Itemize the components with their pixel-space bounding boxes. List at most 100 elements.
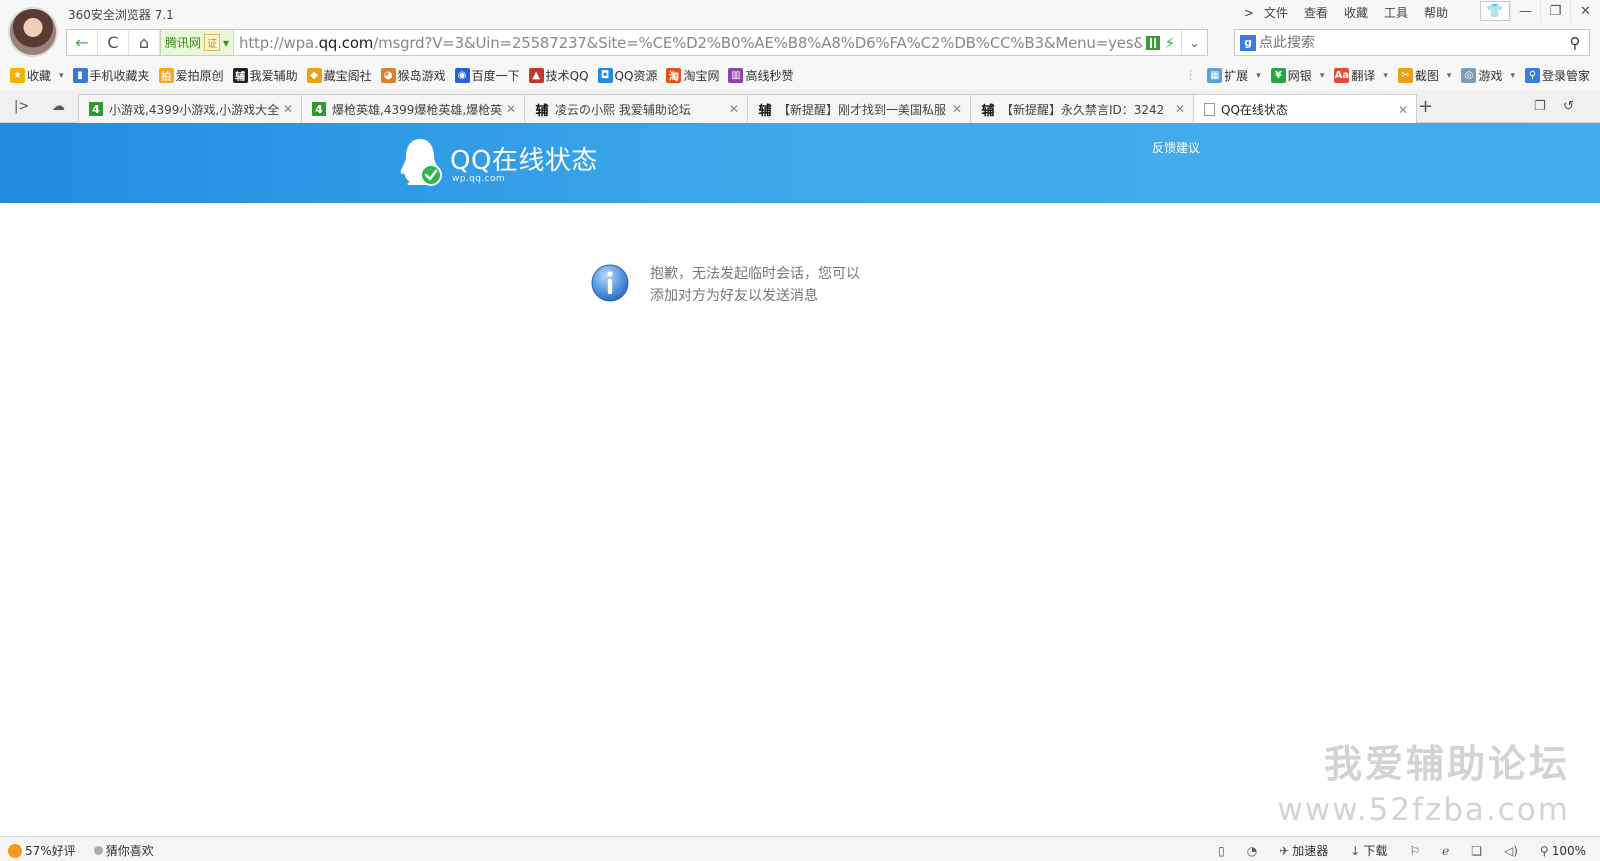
menu-tools[interactable]: 工具 [1384,4,1408,21]
bookmark-left-7[interactable]: ▲ 技术QQ [528,67,589,84]
back-button[interactable]: ← [67,30,98,55]
bookmark-left-0[interactable]: ★ 收藏 ▾ [10,67,64,84]
chevron-down-icon[interactable]: ▾ [1383,71,1388,81]
bookmark-left-3[interactable]: 辅我爱辅助 [232,67,298,84]
close-icon[interactable]: ✕ [727,102,741,116]
bookmark-left-9[interactable]: 淘淘宝网 [666,67,719,84]
status-item-1[interactable]: ◔ [1247,844,1257,858]
watermark-url: www.52fzba.com [1277,792,1570,828]
bookmark-label: 百度一下 [471,69,520,83]
navigation-bar: ← C ⌂ 腾讯网 证 ▾ http://wpa.qq.com/msgrd?V=… [0,26,1600,60]
bookmark-label: 技术QQ [545,69,589,83]
close-icon[interactable]: ✕ [1396,103,1410,117]
mobile-icon: ▯ [1218,843,1225,858]
bookmarks-right: ⋮ ▦ 扩展 ▾ ¥ 网银 ▾ Aa 翻译 ▾ ✂ 截图 ▾ ◎ 游戏 ▾ ⚲ 登录管家 [1184,67,1590,84]
search-input[interactable] [1259,34,1561,51]
tab-title: 凌云の小熙 我爱辅助论坛 [555,102,691,117]
info-icon [591,264,629,302]
status-item-3[interactable]: ↓ 下载 [1350,842,1387,859]
bookmark-left-2[interactable]: 拍爱拍原创 [158,67,224,84]
tab-bar: |> ☁ 4 小游戏,4399小游戏,小游戏大全 ✕ 4 爆枪英雄,4399爆枪英雄,爆… [0,90,1600,124]
menu-favorites[interactable]: 收藏 [1344,4,1368,21]
address-bar[interactable]: 腾讯网 证 ▾ http://wpa.qq.com/msgrd?V=3&Uin=… [160,29,1208,56]
tab-1[interactable]: 4 爆枪英雄,4399爆枪英雄,爆枪英 ✕ [301,94,525,123]
flag-icon: ⚐ [1409,843,1421,858]
site-identity-badge[interactable]: 腾讯网 证 ▾ [161,30,235,55]
bookmark-right-3[interactable]: ✂ 截图 ▾ [1397,67,1452,84]
message-line-2: 添加对方为好友以发送消息 [650,288,818,304]
status-item-2[interactable]: ✈ 加速器 [1279,842,1328,859]
maximize-button[interactable]: ❐ [1540,0,1570,22]
bookmark-right-4[interactable]: ◎ 游戏 ▾ [1461,67,1515,84]
status-left: 57%好评 猜你喜欢 [8,842,154,859]
feedback-link[interactable]: 反馈建议 [1152,139,1200,156]
tab-4[interactable]: 辅【新提醒】永久禁言ID：3242 ✕ [970,94,1194,123]
home-button[interactable]: ⌂ [129,30,160,55]
close-icon[interactable]: ✕ [950,102,964,116]
bookmark-right-1[interactable]: ¥ 网银 ▾ [1270,67,1325,84]
zoom-icon: ⚲ [1539,843,1549,858]
status-item-7[interactable]: ◁) [1504,844,1518,858]
menu-view[interactable]: 查看 [1304,4,1328,21]
restore-tab-icon[interactable]: ❐ [1534,99,1546,114]
bookmark-left-8[interactable]: ◘ QQ资源 [597,67,657,84]
bookmark-left-10[interactable]: ▥ 高线秒赞 [728,67,793,84]
close-icon[interactable]: ✕ [1173,102,1187,116]
sidebar-toggle-icon[interactable]: |> [14,99,29,114]
rating-item[interactable]: 57%好评 [8,842,76,859]
qr-code-icon[interactable] [1146,35,1161,50]
bookmark-icon: ⚲ [1524,68,1540,83]
bookmarks-bar: ★ 收藏 ▾ ▮ 手机收藏夹拍爱拍原创辅我爱辅助 ◆ 藏宝阁社 ◕ 猴岛游戏 ◉ 百度一下 ▲ 技术QQ… [0,60,1600,90]
guess-item[interactable]: 猜你喜欢 [93,842,154,859]
qq-penguin-logo-icon [400,139,442,186]
search-icon[interactable]: ⚲ [1561,34,1589,52]
tab-3[interactable]: 辅【新提醒】刚才找到一美国私服 ✕ [747,94,971,123]
minimize-button[interactable]: — [1510,0,1540,22]
new-tab-button[interactable]: + [1418,96,1433,117]
bookmark-left-4[interactable]: ◆ 藏宝阁社 [306,67,372,84]
status-item-5[interactable]: ℯ [1442,844,1449,858]
bookmark-icon: ¥ [1270,68,1286,83]
bookmark-right-0[interactable]: ▦ 扩展 ▾ [1207,67,1261,84]
close-icon[interactable]: ✕ [281,102,295,116]
refresh-button[interactable]: C [98,30,129,55]
chevron-down-icon[interactable]: ▾ [1510,71,1515,81]
search-box: g ⚲ [1234,29,1590,56]
url-history-dropdown[interactable]: ⌄ [1181,30,1207,55]
status-item-4[interactable]: ⚐ [1409,844,1420,858]
url-text[interactable]: http://wpa.qq.com/msgrd?V=3&Uin=25587237… [234,34,1142,52]
tab-list: 4 小游戏,4399小游戏,小游戏大全 ✕ 4 爆枪英雄,4399爆枪英雄,爆枪英 ✕ 辅凌… [78,94,1417,124]
close-window-button[interactable]: ✕ [1570,0,1600,22]
close-icon[interactable]: ✕ [504,102,518,116]
page-content: QQ在线状态 wp.qq.com 反馈建议 抱歉，无法发起临时会话，您可以 添加… [0,123,1600,836]
bookmark-right-5[interactable]: ⚲ 登录管家 [1524,67,1590,84]
skin-icon[interactable]: 👕 [1480,1,1510,21]
status-item-8[interactable]: ⚲ 100% [1540,844,1586,858]
menu-expand-icon[interactable]: > [1244,6,1254,20]
tab-5[interactable]: QQ在线状态 ✕ [1193,94,1417,124]
bookmark-left-1[interactable]: ▮ 手机收藏夹 [72,67,150,84]
chevron-down-icon[interactable]: ▾ [1256,71,1261,81]
search-engine-icon[interactable]: g [1240,34,1256,51]
bookmark-icon: ▥ [728,68,744,83]
badge-caret-icon: ▾ [223,35,230,50]
menu-file[interactable]: 文件 [1264,4,1288,21]
bookmark-right-2[interactable]: Aa 翻译 ▾ [1334,67,1388,84]
chevron-down-icon[interactable]: ▾ [1320,71,1325,81]
bookmarks-separator: ⋮ [1184,68,1198,83]
status-item-6[interactable]: ❏ [1471,844,1482,858]
user-avatar[interactable] [8,7,58,57]
speed-dial-icon: ◔ [1246,843,1258,858]
tab-0[interactable]: 4 小游戏,4399小游戏,小游戏大全 ✕ [78,94,302,123]
speed-mode-icon[interactable]: ⚡ [1164,34,1175,52]
bookmark-left-6[interactable]: ◉ 百度一下 [454,67,520,84]
menu-help[interactable]: 帮助 [1424,4,1448,21]
bookmark-left-5[interactable]: ◕ 猴岛游戏 [380,67,446,84]
cloud-icon[interactable]: ☁ [52,99,65,114]
status-item-0[interactable]: ▯ [1218,844,1225,858]
undo-close-icon[interactable]: ↺ [1563,99,1574,114]
chevron-down-icon[interactable]: ▾ [59,71,64,81]
chevron-down-icon[interactable]: ▾ [1447,71,1452,81]
tab-2[interactable]: 辅凌云の小熙 我爱辅助论坛 ✕ [524,94,748,123]
bookmark-label: 猴岛游戏 [397,69,446,83]
